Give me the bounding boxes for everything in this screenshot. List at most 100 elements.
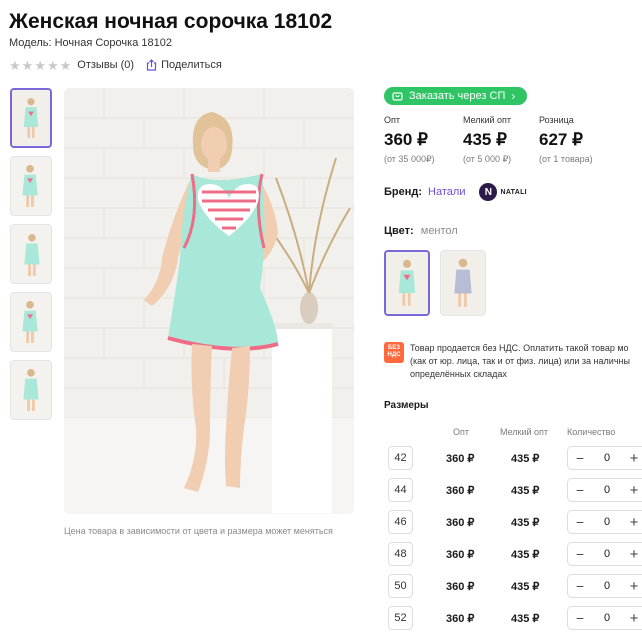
- color-row: Цвет: ментол: [384, 225, 458, 237]
- quantity-stepper: −0 +: [567, 542, 642, 566]
- column-header-quantity: Количество: [567, 427, 616, 437]
- size-label: 52: [388, 606, 413, 630]
- vat-line: (как от юр. лица, так и от физ. лица) ил…: [410, 356, 630, 366]
- price-wholesale: Опт 360 ₽ (от 35 000₽): [384, 115, 474, 165]
- thumbnail-image: [12, 90, 50, 146]
- size-label: 46: [388, 510, 413, 534]
- size-price-opt: 360 ₽: [446, 453, 475, 465]
- quantity-input[interactable]: 0: [592, 612, 622, 624]
- size-label: 48: [388, 542, 413, 566]
- thumbnail-strip: [10, 88, 52, 428]
- thumbnail-5[interactable]: [10, 360, 52, 420]
- vat-line: Товар продается без НДС. Оплатить такой …: [410, 343, 629, 353]
- color-value: ментол: [420, 225, 458, 237]
- plus-icon[interactable]: +: [622, 610, 642, 627]
- price-note: (от 35 000₽): [384, 154, 435, 164]
- quantity-input[interactable]: 0: [592, 516, 622, 528]
- size-price-opt: 360 ₽: [446, 485, 475, 497]
- brand-label: Бренд:: [384, 186, 423, 198]
- quantity-input[interactable]: 0: [592, 484, 622, 496]
- sizes-title: Размеры: [384, 400, 429, 411]
- quantity-stepper: −0 +: [567, 446, 642, 470]
- share-icon: [146, 59, 157, 71]
- vat-text: Товар продается без НДС. Оплатить такой …: [410, 342, 630, 381]
- quantity-stepper: −0 +: [567, 606, 642, 630]
- thumbnail-image: [11, 361, 51, 419]
- color-label: Цвет:: [384, 225, 414, 237]
- size-price-small-opt: 435 ₽: [511, 549, 540, 561]
- size-price-opt: 360 ₽: [446, 581, 475, 593]
- color-swatch-grey[interactable]: [440, 250, 486, 316]
- swatch-image: [441, 251, 485, 315]
- size-row: 42 360 ₽ 435 ₽ −0 +: [384, 442, 642, 474]
- size-price-opt: 360 ₽: [446, 613, 475, 625]
- share-button[interactable]: Поделиться: [146, 59, 222, 71]
- thumbnail-image: [11, 293, 51, 351]
- plus-icon[interactable]: +: [622, 546, 642, 563]
- minus-icon[interactable]: −: [568, 450, 592, 466]
- vat-notice: БЕЗ НДС Товар продается без НДС. Оплатит…: [384, 342, 642, 381]
- size-price-small-opt: 435 ₽: [511, 613, 540, 625]
- plus-icon[interactable]: +: [622, 514, 642, 531]
- price-label: Розница: [539, 115, 574, 125]
- brand-link[interactable]: Натали: [428, 186, 465, 198]
- thumbnail-image: [11, 225, 51, 283]
- swatch-image: [386, 252, 428, 314]
- quantity-input[interactable]: 0: [592, 580, 622, 592]
- order-via-sp-button[interactable]: Заказать через СП ›: [384, 87, 527, 105]
- size-price-small-opt: 435 ₽: [511, 453, 540, 465]
- size-price-opt: 360 ₽: [446, 549, 475, 561]
- size-price-small-opt: 435 ₽: [511, 485, 540, 497]
- minus-icon[interactable]: −: [568, 514, 592, 530]
- price-note: (от 1 товара): [539, 154, 593, 164]
- star-icon: ★: [34, 57, 46, 73]
- no-vat-badge: БЕЗ НДС: [384, 342, 404, 363]
- brand-logo[interactable]: N NATALI: [479, 183, 527, 201]
- quantity-stepper: −0 +: [567, 478, 642, 502]
- star-icon: ★: [46, 57, 59, 73]
- size-row: 44 360 ₽ 435 ₽ −0 +: [384, 474, 642, 506]
- size-row: 46 360 ₽ 435 ₽ −0 +: [384, 506, 642, 538]
- thumbnail-4[interactable]: [10, 292, 52, 352]
- brand-logo-icon: N: [479, 183, 498, 201]
- star-icon: ★: [9, 57, 21, 73]
- size-row: 52 360 ₽ 435 ₽ −0 +: [384, 602, 642, 634]
- quantity-input[interactable]: 0: [592, 452, 622, 464]
- column-header-small-opt: Мелкий опт: [500, 427, 549, 437]
- price-retail: Розница 627 ₽ (от 1 товара): [539, 115, 629, 164]
- plus-icon[interactable]: +: [622, 578, 642, 595]
- minus-icon[interactable]: −: [568, 610, 592, 626]
- quantity-stepper: −0 +: [567, 574, 642, 598]
- main-product-photo[interactable]: [64, 88, 354, 514]
- share-label: Поделиться: [161, 59, 222, 71]
- rating-row: ★ ★ ★ ★ ★ Отзывы (0) Поделиться: [9, 58, 222, 72]
- thumbnail-1[interactable]: [10, 88, 52, 148]
- product-title: Женская ночная сорочка 18102: [9, 10, 333, 33]
- minus-icon[interactable]: −: [568, 546, 592, 562]
- color-swatch-mint[interactable]: [384, 250, 430, 316]
- thumbnail-2[interactable]: [10, 156, 52, 216]
- minus-icon[interactable]: −: [568, 578, 592, 594]
- cart-icon: [392, 92, 403, 101]
- quantity-input[interactable]: 0: [592, 548, 622, 560]
- vat-line: определённых складах: [410, 369, 507, 379]
- rating-stars: ★ ★ ★ ★ ★: [9, 59, 71, 72]
- size-price-small-opt: 435 ₽: [511, 517, 540, 529]
- chevron-right-icon: ›: [511, 89, 516, 103]
- star-icon: ★: [59, 57, 72, 73]
- reviews-link[interactable]: Отзывы (0): [77, 59, 134, 71]
- plus-icon[interactable]: +: [622, 450, 642, 467]
- product-model: Модель: Ночная Сорочка 18102: [9, 37, 172, 49]
- minus-icon[interactable]: −: [568, 482, 592, 498]
- price-value: 627 ₽: [539, 130, 583, 149]
- thumbnail-3[interactable]: [10, 224, 52, 284]
- size-label: 50: [388, 574, 413, 598]
- brand-logo-text: NATALI: [500, 188, 527, 196]
- column-header-opt: Опт: [453, 427, 469, 437]
- quantity-stepper: −0 +: [567, 510, 642, 534]
- price-label: Опт: [384, 115, 400, 125]
- price-value: 360 ₽: [384, 130, 428, 149]
- plus-icon[interactable]: +: [622, 482, 642, 499]
- size-label: 44: [388, 478, 413, 502]
- size-price-opt: 360 ₽: [446, 517, 475, 529]
